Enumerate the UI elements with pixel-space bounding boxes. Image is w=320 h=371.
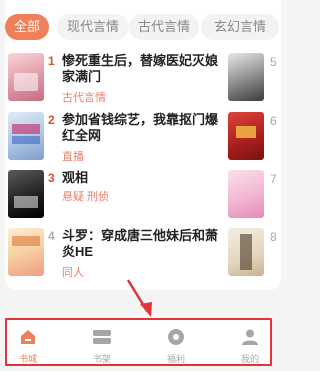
rank-number: 3 xyxy=(48,171,55,185)
rank-number: 8 xyxy=(270,230,277,244)
book-cover[interactable] xyxy=(8,112,44,160)
tab-modern-romance[interactable]: 现代言情 xyxy=(57,14,129,40)
book-row[interactable]: 2 参加省钱综艺，我靠抠门爆红全网 直播 6 xyxy=(0,112,290,170)
book-cover[interactable] xyxy=(8,170,44,218)
rank-number: 4 xyxy=(48,229,55,243)
annotation-arrow-icon xyxy=(126,279,152,317)
rank-number: 5 xyxy=(270,55,277,69)
rank-number: 2 xyxy=(48,113,55,127)
book-title[interactable]: 斗罗：穿成唐三他妹后和萧炎HE xyxy=(62,228,222,260)
book-row[interactable]: 1 惨死重生后，替嫁医妃灭娘家满门 古代言情 5 xyxy=(0,53,290,111)
book-genre: 悬疑 刑侦 xyxy=(62,191,110,203)
book-cover[interactable] xyxy=(8,53,44,101)
book-cover[interactable] xyxy=(228,112,264,160)
rank-number: 6 xyxy=(270,114,277,128)
annotation-highlight-box xyxy=(5,318,272,366)
book-title[interactable]: 观相 xyxy=(62,170,222,186)
book-cover[interactable] xyxy=(228,170,264,218)
book-cover[interactable] xyxy=(8,228,44,276)
category-tabs: 全部 现代言情 古代言情 玄幻言情 xyxy=(0,14,290,42)
book-cover[interactable] xyxy=(228,228,264,276)
tab-fantasy-romance[interactable]: 玄幻言情 xyxy=(201,14,279,40)
rank-number: 1 xyxy=(48,54,55,68)
book-cover[interactable] xyxy=(228,53,264,101)
book-genre: 古代言情 xyxy=(62,92,106,104)
rank-number: 7 xyxy=(270,172,277,186)
book-genre: 同人 xyxy=(62,267,84,279)
tab-ancient-romance[interactable]: 古代言情 xyxy=(129,14,199,40)
book-row[interactable]: 3 观相 悬疑 刑侦 7 xyxy=(0,170,290,228)
book-title[interactable]: 参加省钱综艺，我靠抠门爆红全网 xyxy=(62,112,222,144)
book-title[interactable]: 惨死重生后，替嫁医妃灭娘家满门 xyxy=(62,53,222,85)
tab-all[interactable]: 全部 xyxy=(5,14,49,40)
book-genre: 直播 xyxy=(62,151,84,163)
